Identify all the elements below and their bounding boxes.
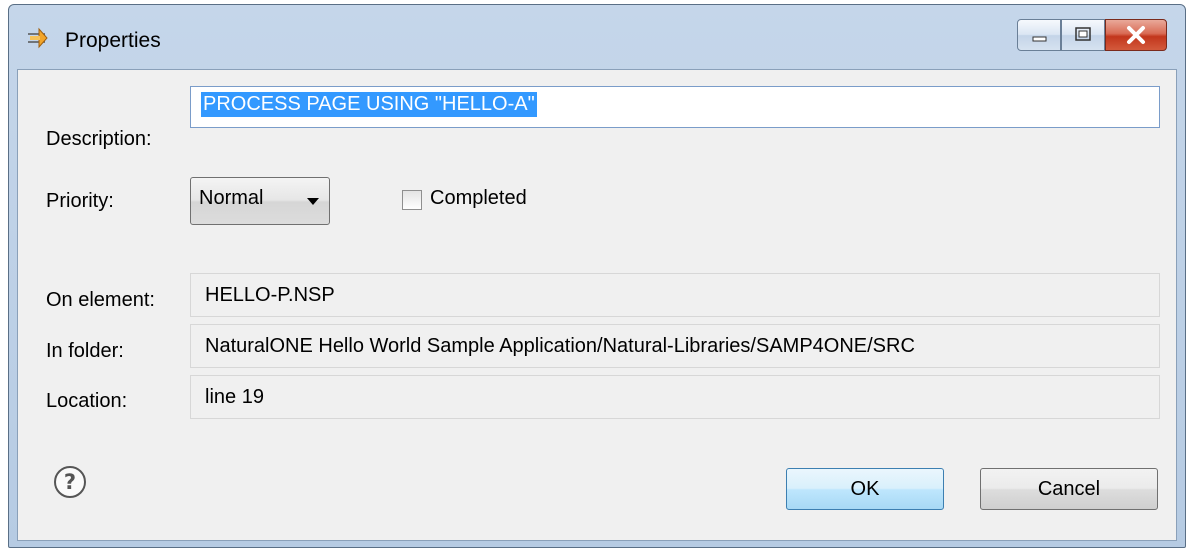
on-element-label: On element: [46, 289, 155, 311]
help-icon[interactable]: ? [52, 464, 88, 500]
completed-checkbox[interactable] [402, 190, 422, 210]
close-icon [1127, 26, 1145, 44]
properties-dialog: Properties Description: PROCESS PAGE USI… [8, 4, 1186, 548]
dialog-content: Description: PROCESS PAGE USING "HELLO-A… [17, 69, 1177, 541]
maximize-button[interactable] [1061, 19, 1105, 51]
in-folder-field: NaturalONE Hello World Sample Applicatio… [190, 324, 1160, 368]
priority-value: Normal [199, 187, 264, 209]
on-element-field: HELLO-P.NSP [190, 273, 1160, 317]
minimize-icon [1032, 36, 1047, 42]
description-label: Description: [46, 128, 152, 150]
ok-button[interactable]: OK [786, 468, 944, 510]
location-field: line 19 [190, 375, 1160, 419]
minimize-button[interactable] [1017, 19, 1061, 51]
location-label: Location: [46, 390, 128, 412]
chevron-down-icon [307, 198, 319, 205]
task-properties-icon [28, 27, 48, 49]
svg-text:?: ? [64, 470, 76, 494]
description-value: PROCESS PAGE USING "HELLO-A" [201, 92, 537, 117]
completed-label: Completed [430, 187, 527, 209]
priority-label: Priority: [46, 190, 114, 212]
description-input[interactable]: PROCESS PAGE USING "HELLO-A" [190, 86, 1160, 128]
in-folder-label: In folder: [46, 340, 124, 362]
window-title: Properties [65, 29, 161, 52]
maximize-icon [1075, 27, 1091, 41]
title-bar[interactable]: Properties [9, 5, 1185, 69]
close-button[interactable] [1105, 19, 1167, 51]
cancel-button[interactable]: Cancel [980, 468, 1158, 510]
priority-dropdown[interactable]: Normal [190, 177, 330, 225]
